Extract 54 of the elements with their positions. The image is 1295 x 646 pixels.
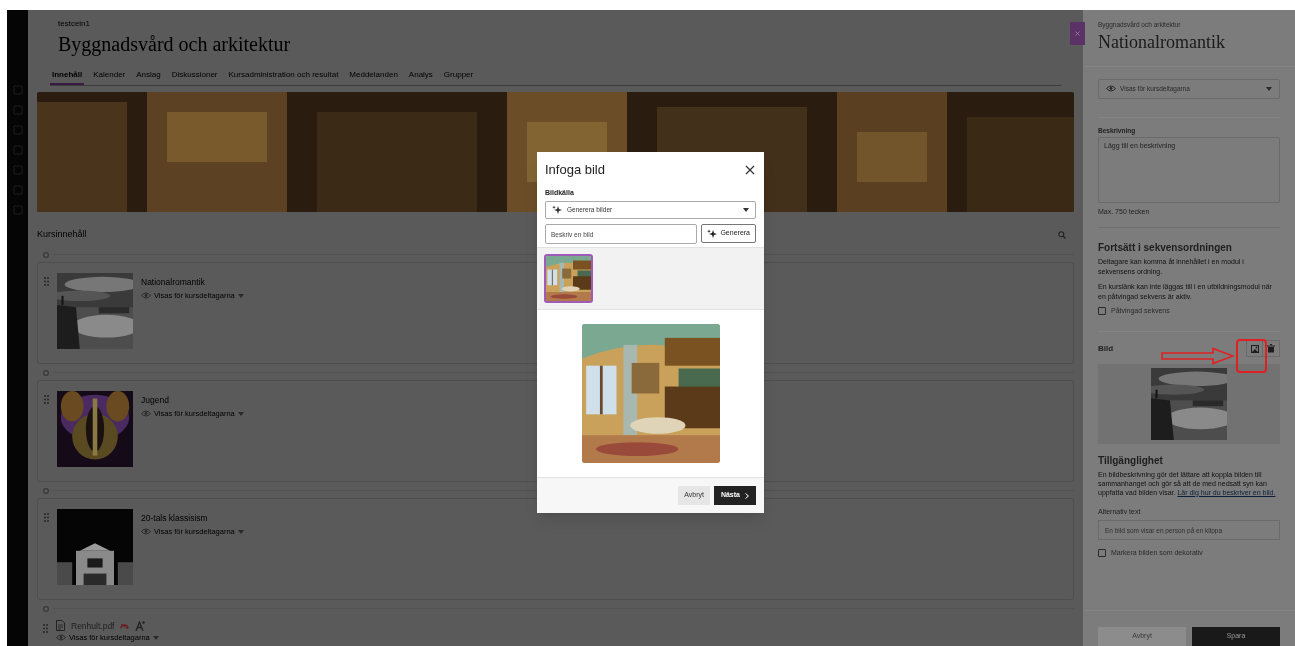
drag-handle-icon[interactable] — [44, 276, 49, 286]
eye-icon — [1106, 85, 1116, 93]
drag-handle-icon[interactable] — [44, 394, 49, 404]
add-item-icon[interactable] — [43, 369, 49, 376]
drag-handle-icon[interactable] — [44, 512, 49, 522]
close-icon — [745, 164, 755, 175]
tab[interactable]: Kursadministration och resultat — [226, 66, 341, 85]
chevron-right-icon — [745, 492, 749, 499]
tab[interactable]: Meddelanden — [347, 66, 400, 85]
replace-image-button[interactable] — [1246, 340, 1263, 357]
breadcrumb-text: testcein1 — [58, 18, 91, 30]
caret-icon — [237, 529, 244, 534]
add-item-icon[interactable] — [43, 251, 49, 258]
highlight-frame — [1236, 339, 1267, 373]
trash-icon — [1267, 344, 1275, 353]
caret-icon — [237, 411, 244, 416]
caret-icon — [152, 635, 159, 640]
image-thumbnail[interactable] — [544, 254, 593, 303]
close-button[interactable] — [744, 163, 756, 176]
course-title: Byggnadsvård och arkitektur — [58, 32, 291, 58]
tab[interactable]: Kalender — [91, 66, 128, 85]
tab[interactable]: Grupper — [441, 66, 476, 85]
module-title[interactable]: Nationalromantik — [141, 275, 244, 289]
hidden-eye-icon — [120, 622, 130, 629]
image-icon — [1250, 344, 1259, 353]
eye-icon — [56, 634, 66, 642]
caret-icon — [237, 293, 244, 298]
tab[interactable]: Anslag — [134, 66, 163, 85]
accessibility-score-icon[interactable] — [135, 620, 146, 631]
caret-icon — [1266, 86, 1272, 91]
drag-handle-icon[interactable] — [43, 623, 48, 633]
search-icon[interactable] — [1058, 230, 1066, 239]
add-item-icon[interactable] — [43, 605, 49, 612]
panel-title: Nationalromantik — [1098, 30, 1226, 54]
sparkle-icon — [707, 228, 718, 239]
section-heading: Tillgänglighet — [1098, 453, 1164, 468]
eye-icon — [141, 292, 151, 300]
close-icon — [1075, 31, 1080, 36]
add-item-icon[interactable] — [43, 487, 49, 494]
delete-button[interactable] — [1263, 340, 1280, 357]
tab[interactable]: Innehåll — [50, 66, 85, 85]
sparkle-icon — [552, 205, 562, 215]
eye-icon — [141, 528, 151, 536]
dialog-title: Infoga bild — [545, 161, 605, 179]
tab[interactable]: Analys — [406, 66, 435, 85]
eye-icon — [141, 410, 151, 418]
section-heading: Kursinnehåll — [37, 228, 87, 241]
section-heading: Bild — [1098, 342, 1114, 355]
section-heading: Fortsätt i sekvensordningen — [1098, 241, 1233, 255]
tab[interactable]: Diskussioner — [169, 66, 220, 85]
module-title[interactable]: Jugend — [141, 393, 244, 407]
document-icon — [56, 620, 65, 632]
caret-icon — [743, 208, 749, 212]
module-title[interactable]: 20-tals klassisism — [141, 511, 244, 525]
